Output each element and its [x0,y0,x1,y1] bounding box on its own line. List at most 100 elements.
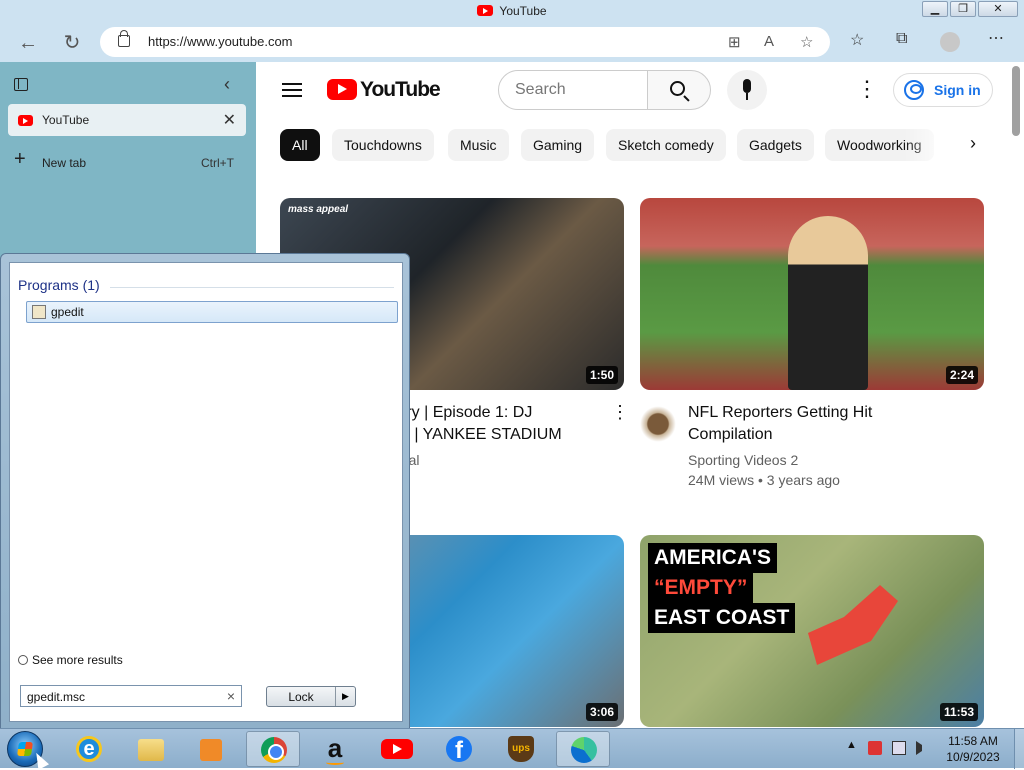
thumbnail-text-line: AMERICA'S [648,543,777,573]
video-menu-icon[interactable]: ⋮ [611,402,629,423]
edge-icon [571,737,597,763]
video-duration: 2:24 [945,366,978,384]
search-icon [18,655,28,665]
amazon-icon: a [322,735,348,765]
system-clock[interactable]: 11:58 AM 10/9/2023 [936,733,1010,765]
video-duration: 1:50 [585,366,618,384]
chip-gaming[interactable]: Gaming [521,129,595,161]
window-controls: ▁ ❐ ✕ [920,1,1018,17]
thumbnail-text-line: “EMPTY” [648,573,754,603]
minimize-button[interactable]: ▁ [922,1,948,17]
window-title-bar: YouTube ▁ ❐ ✕ [0,0,1024,24]
clear-search-icon[interactable]: × [227,688,235,704]
url-text: https://www.youtube.com [148,34,293,49]
tab-label: YouTube [42,113,90,127]
close-tab-icon[interactable]: ✕ [223,110,236,130]
chip-touchdowns[interactable]: Touchdowns [332,129,434,161]
account-icon [904,80,924,100]
voice-search-icon[interactable] [727,70,767,110]
lock-button[interactable]: Lock ▶ [266,686,356,707]
chip-sketch-comedy[interactable]: Sketch comedy [606,129,726,161]
tab-actions-icon[interactable] [14,78,28,91]
result-gpedit[interactable]: gpedit [26,301,398,323]
volume-muted-icon[interactable] [916,741,930,755]
network-icon[interactable] [892,741,906,755]
lock-options-arrow-icon[interactable]: ▶ [335,687,355,706]
read-aloud-icon[interactable]: A [764,33,774,50]
facebook-icon: f [446,736,472,764]
taskbar-media-player[interactable] [184,731,238,767]
page-scrollbar[interactable] [1012,66,1020,136]
internet-explorer-icon: e [76,736,102,762]
channel-avatar[interactable] [640,406,676,442]
search-input[interactable]: Search [498,70,648,110]
taskbar-file-explorer[interactable] [124,731,178,767]
folder-icon [138,739,164,761]
chevron-right-icon[interactable]: › [970,133,976,154]
youtube-logo-text[interactable]: YouTube [360,78,441,102]
favorites-icon[interactable]: ☆ [850,30,864,50]
taskbar-youtube[interactable] [370,731,424,767]
youtube-logo-icon[interactable] [327,79,357,100]
profile-avatar[interactable] [940,32,960,52]
menu-icon[interactable] [282,83,302,97]
filter-chips: All Touchdowns Music Gaming Sketch comed… [280,129,1010,161]
app-available-icon[interactable]: ⊞ [728,33,741,51]
chip-gadgets[interactable]: Gadgets [737,129,814,161]
chip-music[interactable]: Music [448,129,509,161]
start-menu: Programs (1) gpedit See more results [0,253,410,729]
taskbar-edge[interactable] [556,731,610,767]
search-icon [670,81,685,96]
collapse-pane-icon[interactable]: ‹ [224,74,230,95]
video-channel-2[interactable]: Sporting Videos 2 [688,450,798,470]
action-center-icon[interactable] [868,741,882,755]
restore-button[interactable]: ❐ [950,1,976,17]
back-button[interactable]: ← [14,30,42,56]
chip-all[interactable]: All [280,129,320,161]
tab-youtube[interactable]: YouTube ✕ [8,104,246,136]
media-player-icon [200,739,222,761]
close-button[interactable]: ✕ [978,1,1018,17]
video-duration: 3:06 [585,703,618,721]
address-bar[interactable]: https://www.youtube.com ⊞ A ☆ [100,27,830,57]
browser-toolbar: ← ↻ https://www.youtube.com ⊞ A ☆ ☆ ⧉ ⋯ [0,24,1024,62]
youtube-favicon-icon [18,115,33,126]
more-options-icon[interactable]: ⋯ [988,28,1004,48]
taskbar-internet-explorer[interactable]: e [62,731,116,767]
video-meta-2: 24M views • 3 years ago [688,472,840,488]
start-search-input[interactable]: gpedit.msc × [20,685,242,707]
ups-icon: ups [508,736,534,762]
see-more-results-link[interactable]: See more results [18,653,123,667]
taskbar-ups[interactable]: ups [494,731,548,767]
taskbar-amazon[interactable]: a [308,731,362,767]
start-menu-results: Programs (1) gpedit See more results [9,262,403,722]
add-favorite-icon[interactable]: ☆ [800,33,813,51]
youtube-favicon-icon [477,5,494,16]
thumbnail-map-region [808,585,898,665]
sign-in-button[interactable]: Sign in [893,73,993,107]
taskbar-facebook[interactable]: f [432,731,486,767]
window-title: YouTube [0,4,1024,18]
collections-icon[interactable]: ⧉ [896,30,907,48]
show-hidden-icons[interactable]: ▲ [846,739,857,751]
taskbar: e a f ups ▲ 11:58 AM 10/9/2023 [0,728,1024,769]
search-button[interactable] [647,70,711,110]
thumbnail-text-line: EAST COAST [648,603,796,633]
thumbnail-reporter [788,216,868,390]
chip-fade [904,129,974,161]
lock-icon [118,30,130,47]
new-tab-button[interactable]: + New tab Ctrl+T [14,148,242,172]
video-duration: 11:53 [939,703,978,721]
video-title-1[interactable]: tory | Episode 1: DJ sh | YANKEE STADIUM [393,402,562,446]
show-desktop-button[interactable] [1014,729,1024,769]
video-title-2[interactable]: NFL Reporters Getting Hit Compilation [688,402,872,446]
thumbnail-logo: mass appeal [288,204,349,215]
refresh-button[interactable]: ↻ [58,30,86,56]
video-thumbnail-2[interactable]: 2:24 [640,198,984,390]
settings-dots-icon[interactable]: ⋮ [856,76,878,102]
taskbar-chrome[interactable] [246,731,300,767]
gpedit-icon [32,305,46,319]
divider [110,287,394,288]
programs-heading: Programs (1) [18,277,100,293]
video-thumbnail-4[interactable]: AMERICA'S “EMPTY” EAST COAST 11:53 [640,535,984,727]
